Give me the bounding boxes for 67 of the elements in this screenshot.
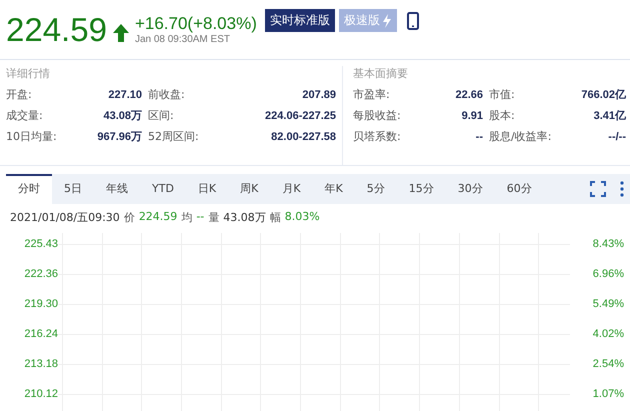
field-value: 207.89 <box>301 88 336 100</box>
axis-label: 219.30 <box>24 297 58 312</box>
field-label: 每股收益: <box>353 108 402 123</box>
field-value: 224.06-227.25 <box>264 110 336 122</box>
info-label: 均 <box>181 210 192 225</box>
more-icon[interactable] <box>620 181 624 197</box>
axis-label: 4.02% <box>592 327 624 342</box>
chart-tab[interactable]: 周K <box>228 174 270 204</box>
section-title: 详细行情 <box>6 66 51 81</box>
field-value: 967.96万 <box>96 130 142 144</box>
axis-label: 216.24 <box>24 327 58 342</box>
info-label: 价 <box>124 210 135 225</box>
field-label: 股本: <box>489 108 516 123</box>
axis-label: 213.18 <box>24 357 58 372</box>
info-value: 224.59 <box>138 210 178 225</box>
info-label: 幅 <box>270 210 281 225</box>
stock-price: 224.59 <box>6 10 107 48</box>
info-label: 量 <box>208 210 220 225</box>
fullscreen-icon[interactable] <box>590 181 606 197</box>
field-label: 市盈率: <box>353 87 391 102</box>
axis-label: 2.54% <box>592 357 624 372</box>
field-label: 52周区间: <box>148 129 200 144</box>
field-label: 前收盘: <box>148 87 186 102</box>
field-label: 股息/收益率: <box>489 129 552 144</box>
info-value: 8.03% <box>284 210 320 225</box>
section-title: 基本面摘要 <box>353 66 409 81</box>
axis-label: 225.43 <box>24 237 58 252</box>
chart-tab[interactable]: 日K <box>186 174 228 204</box>
field-value: 9.91 <box>460 110 483 122</box>
field-label: 成交量: <box>6 108 44 123</box>
axis-label: 6.96% <box>592 267 624 282</box>
info-datetime: 2021/01/08/五09:30 <box>10 210 120 225</box>
field-label: 区间: <box>148 108 175 123</box>
field-label: 市值: <box>489 87 516 102</box>
chart-tab[interactable]: 5分 <box>354 174 397 204</box>
price-change: +16.70(+8.03%) <box>134 14 257 34</box>
chart-tab[interactable]: 分时 <box>6 174 52 204</box>
field-label: 贝塔系数: <box>353 129 402 144</box>
field-value: 766.02亿 <box>580 88 626 102</box>
field-value: --/-- <box>607 130 626 142</box>
chart-tab[interactable]: YTD <box>140 174 186 204</box>
chart-tab[interactable]: 月K <box>270 174 313 204</box>
lightning-icon <box>382 14 392 28</box>
field-label: 开盘: <box>6 87 33 102</box>
field-value: -- <box>474 130 483 142</box>
field-label: 10日均量: <box>6 129 58 144</box>
chart-tab[interactable]: 年线 <box>94 174 140 204</box>
field-value: 227.10 <box>107 88 142 100</box>
info-value: 43.08万 <box>223 210 266 225</box>
field-value: 82.00-227.58 <box>270 130 336 142</box>
chart-tab[interactable]: 30分 <box>446 174 495 204</box>
info-value: -- <box>196 210 204 225</box>
chart-tab[interactable]: 60分 <box>494 174 544 204</box>
version-button[interactable]: 实时标准版 <box>264 9 335 32</box>
axis-label: 5.49% <box>592 297 624 312</box>
chart-tab[interactable]: 年K <box>312 174 355 204</box>
field-value: 3.41亿 <box>592 109 626 123</box>
quote-time: Jan 08 09:30AM EST <box>134 34 231 45</box>
chart-tab[interactable]: 15分 <box>396 174 446 204</box>
phone-icon[interactable] <box>406 12 419 30</box>
axis-label: 1.07% <box>592 387 624 402</box>
field-value: 22.66 <box>454 88 483 100</box>
axis-label: 8.43% <box>592 237 624 252</box>
axis-label: 210.12 <box>24 387 58 402</box>
field-value: 43.08万 <box>102 109 142 123</box>
axis-label: 222.36 <box>24 267 58 282</box>
chart-tab[interactable]: 5日 <box>52 174 94 204</box>
